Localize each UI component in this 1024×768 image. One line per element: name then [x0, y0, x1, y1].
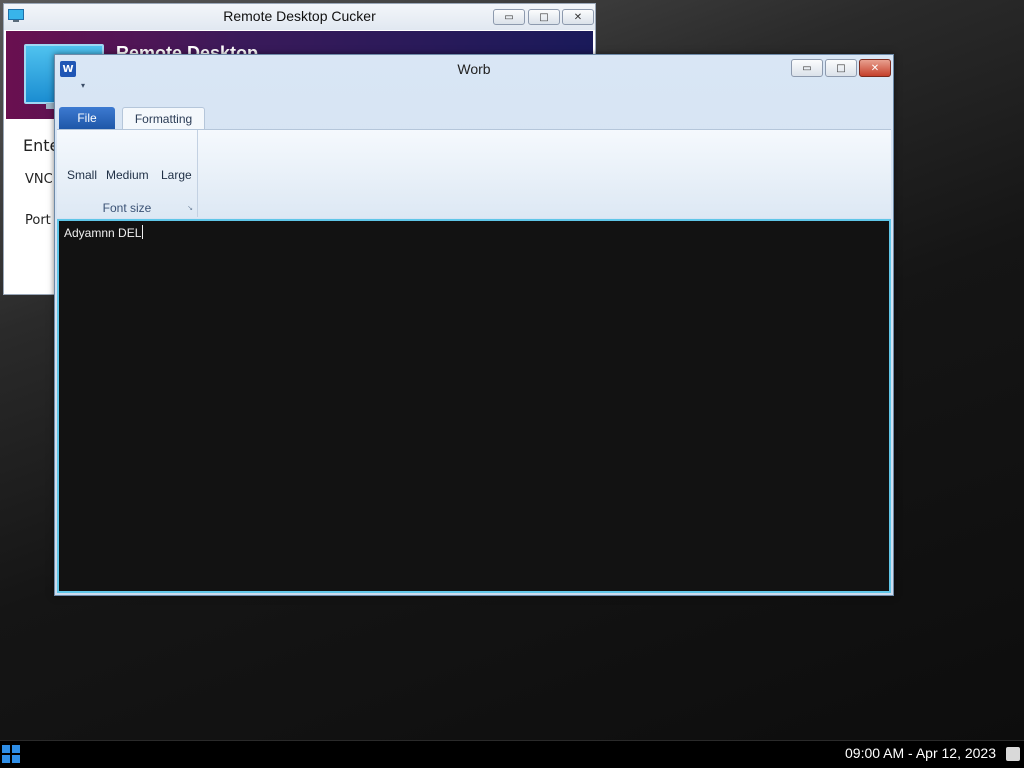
close-button[interactable]: ✕: [562, 9, 594, 25]
windows-logo-icon: [2, 755, 10, 763]
document-text-content: Adyamnn DEL: [64, 226, 142, 240]
windows-logo-icon: [12, 755, 20, 763]
close-button[interactable]: ✕: [859, 59, 891, 77]
font-size-medium-button[interactable]: Medium: [106, 168, 149, 182]
close-icon: ✕: [870, 62, 880, 74]
minimize-icon: ▭: [802, 62, 812, 74]
maximize-button[interactable]: □: [825, 59, 857, 77]
windows-logo-icon: [12, 745, 20, 753]
maximize-icon: □: [539, 11, 549, 23]
maximize-icon: □: [836, 62, 846, 74]
minimize-button[interactable]: ▭: [493, 9, 525, 25]
minimize-icon: ▭: [504, 11, 514, 23]
font-size-group-label: Font size: [102, 201, 152, 215]
worb-window: W ▾ Worb ▭ □ ✕ File Formatting Small Med…: [54, 54, 894, 596]
taskbar: 09:00 AM - Apr 12, 2023: [0, 740, 1024, 768]
remote-desktop-titlebar[interactable]: Remote Desktop Cucker ▭ □ ✕: [4, 4, 595, 30]
desktop: Remote Desktop Cucker ▭ □ ✕ Remote Deskt…: [0, 0, 1024, 740]
close-icon: ✕: [573, 11, 583, 23]
vnc-label: VNC: [25, 172, 53, 187]
font-size-group: Small Medium Large Font size ↘: [57, 130, 198, 217]
dialog-launcher-icon[interactable]: ↘: [187, 204, 193, 212]
font-size-small-button[interactable]: Small: [67, 168, 97, 182]
quick-access-dropdown-icon[interactable]: ▾: [81, 81, 85, 90]
maximize-button[interactable]: □: [528, 9, 560, 25]
taskbar-clock[interactable]: 09:00 AM - Apr 12, 2023: [845, 745, 996, 761]
document-editor[interactable]: Adyamnn DEL: [57, 219, 891, 593]
tab-formatting[interactable]: Formatting: [122, 107, 205, 129]
tab-file[interactable]: File: [59, 107, 115, 129]
port-label: Port: [25, 213, 51, 228]
windows-logo-icon: [2, 745, 10, 753]
document-text: Adyamnn DEL: [64, 225, 144, 240]
font-size-large-button[interactable]: Large: [161, 168, 192, 182]
start-button[interactable]: [2, 745, 20, 763]
minimize-button[interactable]: ▭: [791, 59, 823, 77]
text-caret: [142, 225, 144, 239]
notification-icon[interactable]: [1006, 747, 1020, 761]
ribbon: Small Medium Large Font size ↘: [57, 129, 891, 218]
worb-title: Worb: [457, 61, 491, 77]
